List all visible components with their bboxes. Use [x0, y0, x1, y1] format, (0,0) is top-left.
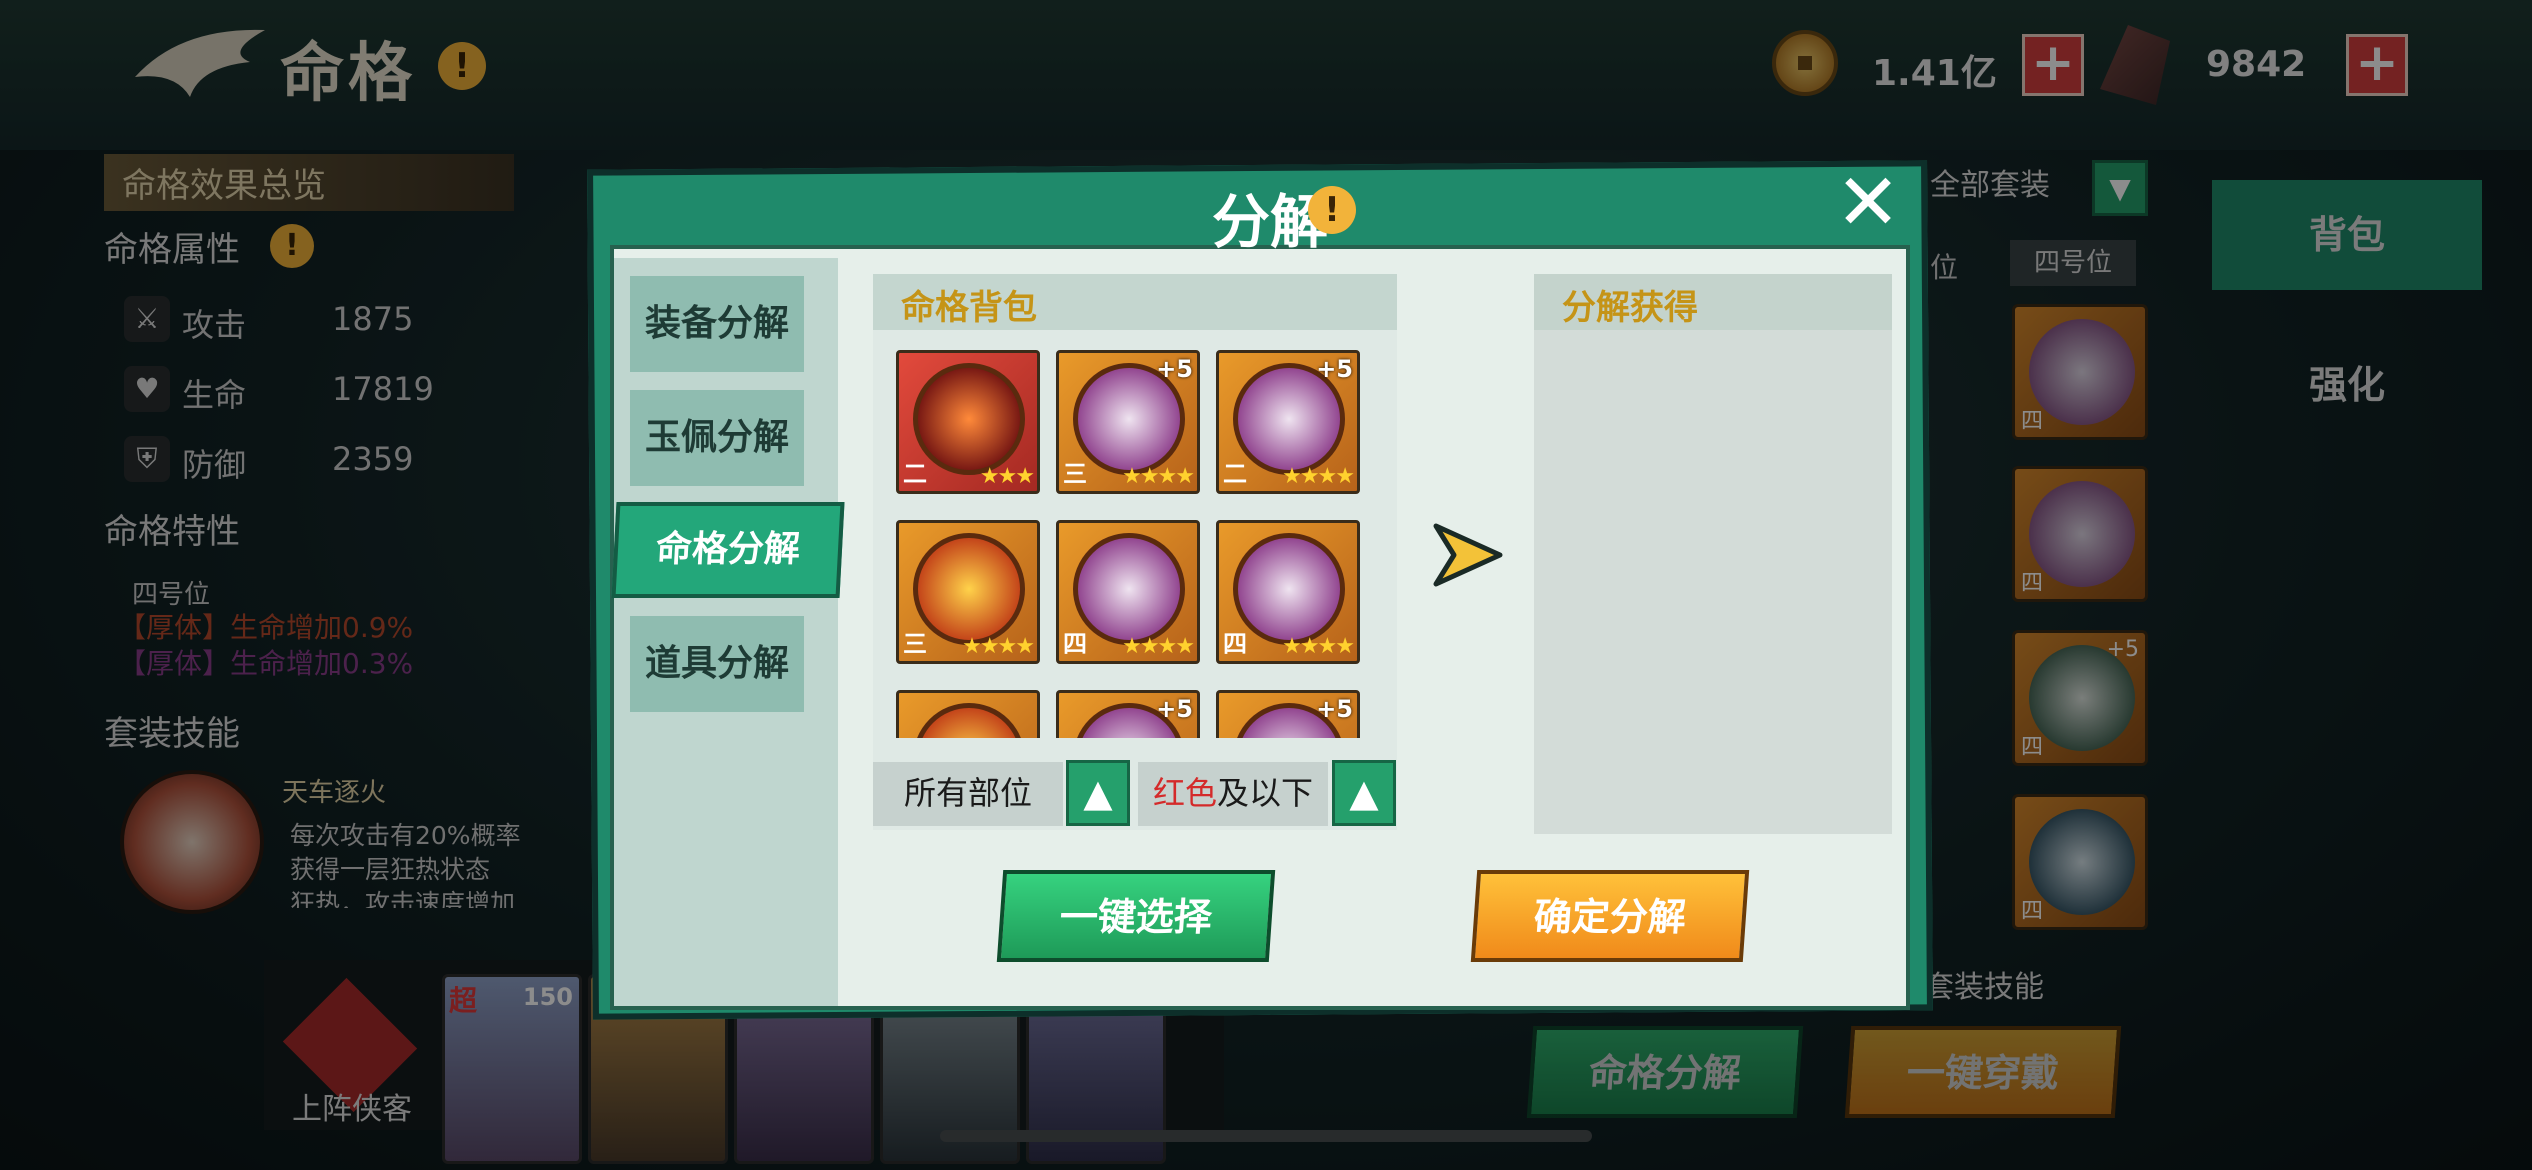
- slot-filter[interactable]: 所有部位: [873, 762, 1063, 826]
- card-tier: 三: [1063, 460, 1087, 488]
- decompose-dialog: 分解 ! ✕ 装备分解 玉佩分解 命格分解 道具分解 命格背包 二 ★★★ 三 ★★★…: [0, 0, 2532, 1170]
- quality-filter[interactable]: 红色及以下: [1138, 762, 1328, 826]
- close-button[interactable]: ✕: [1830, 164, 1906, 244]
- quality-rest: 及以下: [1217, 774, 1314, 812]
- card-stars: ★★★★: [962, 634, 1035, 659]
- card-plus: +5: [1316, 355, 1353, 383]
- fate-emblem-icon: [913, 533, 1025, 645]
- card-plus: +5: [1316, 695, 1353, 723]
- arrow-right-icon: [1433, 523, 1503, 587]
- fate-emblem-icon: [913, 363, 1025, 475]
- fate-card[interactable]: [896, 690, 1040, 738]
- fate-bag-title: 命格背包: [873, 274, 1397, 330]
- card-tier: 二: [1223, 460, 1247, 488]
- fate-card[interactable]: 二 ★★★★ +5: [1216, 350, 1360, 494]
- tab-fate-decompose[interactable]: 命格分解: [611, 502, 845, 598]
- card-stars: ★★★★: [1282, 634, 1355, 659]
- card-tier: 四: [1223, 630, 1247, 658]
- fate-card[interactable]: +5: [1056, 690, 1200, 738]
- fate-card[interactable]: 二 ★★★: [896, 350, 1040, 494]
- card-plus: +5: [1156, 355, 1193, 383]
- tab-item-decompose[interactable]: 道具分解: [630, 616, 804, 712]
- quality-red: 红色: [1152, 774, 1217, 812]
- dialog-info-icon[interactable]: !: [1308, 186, 1356, 234]
- fate-card-grid: 二 ★★★ 三 ★★★★ +5 二 ★★★★ +5 三 ★★★★ 四 ★★★★ 四 ★★★★ +5 +5: [896, 350, 1370, 738]
- card-tier: 二: [903, 460, 927, 488]
- slot-filter-toggle[interactable]: ▲: [1066, 760, 1130, 826]
- fate-card[interactable]: +5: [1216, 690, 1360, 738]
- quality-filter-toggle[interactable]: ▲: [1332, 760, 1396, 826]
- tab-equipment-decompose[interactable]: 装备分解: [630, 276, 804, 372]
- card-tier: 三: [903, 630, 927, 658]
- card-plus: +5: [1156, 695, 1193, 723]
- tab-jade-decompose[interactable]: 玉佩分解: [630, 390, 804, 486]
- fate-card[interactable]: 四 ★★★★: [1216, 520, 1360, 664]
- fate-card[interactable]: 三 ★★★★: [896, 520, 1040, 664]
- select-all-button[interactable]: 一键选择: [996, 870, 1276, 962]
- fate-emblem-icon: [1073, 533, 1185, 645]
- fate-emblem-icon: [913, 703, 1025, 738]
- card-stars: ★★★: [979, 464, 1035, 489]
- fate-emblem-icon: [1233, 533, 1345, 645]
- fate-card[interactable]: 三 ★★★★ +5: [1056, 350, 1200, 494]
- card-stars: ★★★★: [1122, 634, 1195, 659]
- fate-card[interactable]: 四 ★★★★: [1056, 520, 1200, 664]
- confirm-decompose-button[interactable]: 确定分解: [1470, 870, 1750, 962]
- result-panel: [1534, 274, 1892, 834]
- result-title: 分解获得: [1534, 274, 1892, 330]
- card-tier: 四: [1063, 630, 1087, 658]
- card-stars: ★★★★: [1122, 464, 1195, 489]
- card-stars: ★★★★: [1282, 464, 1355, 489]
- dialog-title: 分解: [1211, 188, 1328, 256]
